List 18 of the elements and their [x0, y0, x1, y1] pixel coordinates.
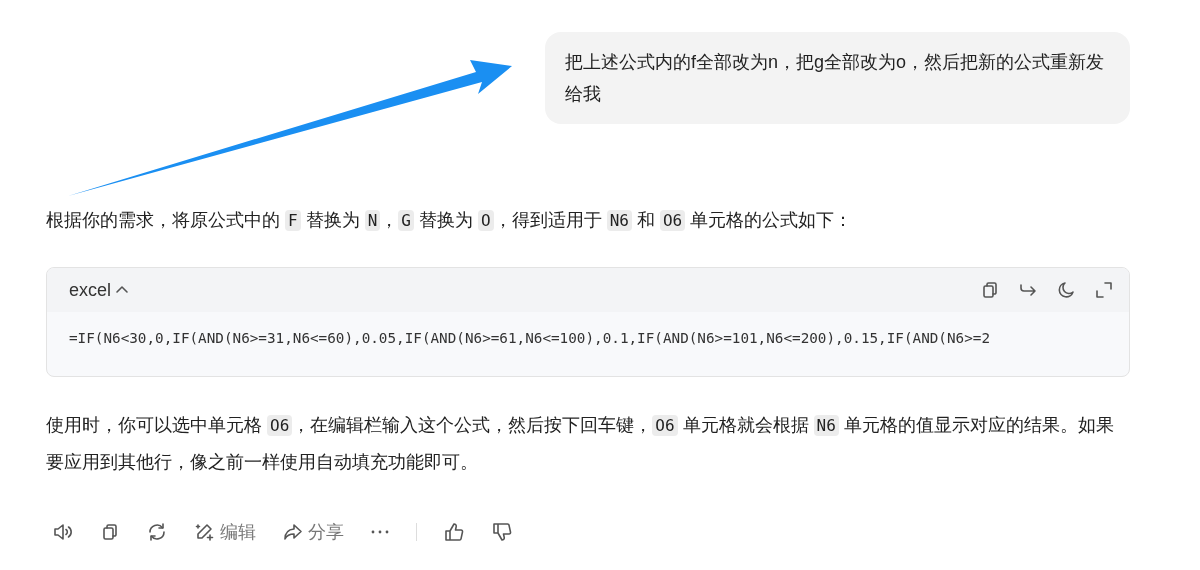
- more-button[interactable]: [370, 529, 390, 535]
- edit-button[interactable]: 编辑: [194, 520, 256, 544]
- share-button[interactable]: 分享: [282, 520, 344, 544]
- button-label: 分享: [308, 521, 344, 544]
- speaker-button[interactable]: [52, 522, 74, 542]
- refresh-button[interactable]: [146, 521, 168, 543]
- share-icon: [282, 522, 304, 542]
- dislike-button[interactable]: [491, 521, 513, 543]
- code-text: =IF(N6<30,0,IF(AND(N6>=31,N6<=60),0.05,IF(AND(N6>=61,N6<=100),0.1,IF(AND(N6>=101,N6<=200),0.15,IF(AND(N6>=2: [69, 330, 991, 346]
- pencil-sparkle-icon: [194, 521, 216, 543]
- like-button[interactable]: [443, 521, 465, 543]
- copy-button[interactable]: [100, 522, 120, 542]
- user-message: 把上述公式内的f全部改为n，把g全部改为o，然后把新的公式重新发给我: [545, 32, 1130, 124]
- expand-button[interactable]: [1093, 279, 1115, 301]
- response-paragraph: 根据你的需求，将原公式中的 F 替换为 N ， G 替换为 O ，得到适用于 N6 和 O6 单元格的公式如下：: [46, 209, 854, 233]
- response-paragraph: 使用时，你可以选中单元格 O6 ，在编辑栏输入这个公式，然后按下回车键， O6 单元格就会根据 N6 单元格的值显示对应的结果。如果要应用到其他行，像之前一样使用自动填充功能即可。: [46, 414, 1115, 474]
- language-toggle[interactable]: excel: [69, 279, 130, 301]
- button-label: 编辑: [220, 521, 256, 544]
